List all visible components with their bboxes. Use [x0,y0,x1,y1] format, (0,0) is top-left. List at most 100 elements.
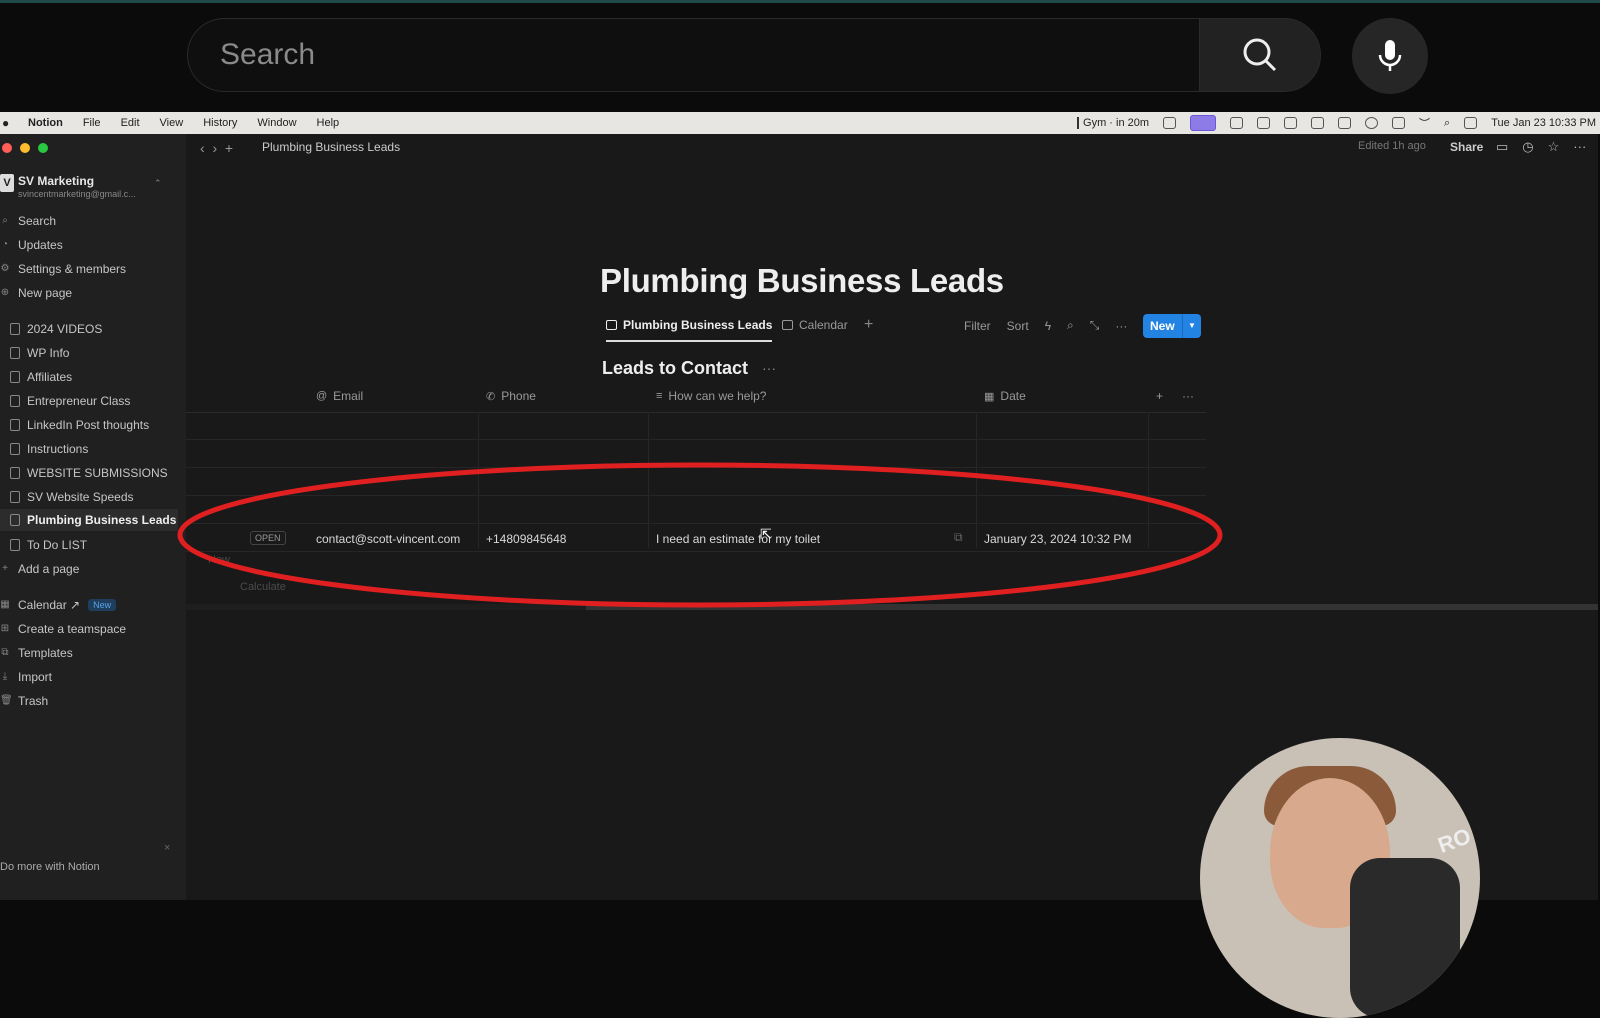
add-view-icon[interactable]: + [864,316,873,334]
sidebar-add-page[interactable]: + Add a page [0,562,79,576]
sidebar-page-sv-website-speeds[interactable]: SV Website Speeds [0,490,134,504]
comment-icon[interactable]: ▭ [1496,139,1508,155]
close-window-button[interactable] [2,143,12,153]
column-label: Phone [501,389,536,403]
filter-button[interactable]: Filter [964,319,991,333]
page-icon [10,491,20,503]
sidebar-item-import[interactable]: ⤓ Import [0,670,52,684]
sidebar-item-trash[interactable]: 🗑 Trash [0,694,48,708]
menu-file[interactable]: File [83,117,101,129]
sidebar-item-label: Instructions [27,442,89,456]
control-center-icon[interactable] [1464,117,1478,129]
menu-datetime[interactable]: Tue Jan 23 10:33 PM [1491,117,1596,129]
sidebar-page-instructions[interactable]: Instructions [0,442,88,456]
column-phone[interactable]: ✆ Phone [486,389,536,403]
youtube-search-input[interactable] [218,37,1122,73]
voice-search-button[interactable] [1352,18,1428,94]
history-icon[interactable]: ◷ [1522,139,1533,155]
sidebar-page-website-submissions[interactable]: WEBSITE SUBMISSIONS [0,466,168,480]
more-icon[interactable]: ··· [1115,319,1127,333]
trash-icon: 🗑 [0,695,13,706]
window-controls [2,143,48,153]
sidebar-item-label: To Do LIST [27,538,88,552]
more-icon[interactable]: ··· [762,360,776,376]
status-icon-2[interactable] [1257,117,1271,129]
wifi-icon[interactable]: ︶ [1419,115,1430,131]
page-icon [10,443,20,455]
sidebar-page-linkedin[interactable]: LinkedIn Post thoughts [0,418,149,432]
macos-menu-bar: ● Notion File Edit View History Window H… [0,112,1600,134]
sidebar-page-2024-videos[interactable]: 2024 VIDEOS [0,322,102,336]
menu-view[interactable]: View [160,117,184,129]
menu-edit[interactable]: Edit [121,117,140,129]
menu-window[interactable]: Window [257,117,296,129]
column-date[interactable]: ▦ Date [984,389,1026,403]
column-label: Email [333,389,364,403]
sidebar-item-label: Settings & members [18,262,127,276]
sidebar-item-label: WEBSITE SUBMISSIONS [27,466,168,480]
more-icon[interactable]: ··· [1182,389,1194,403]
podcast-microphone [1350,858,1460,1018]
spotlight-icon[interactable]: ⌕ [1444,117,1450,130]
minimize-window-button[interactable] [20,143,30,153]
menu-app-name[interactable]: Notion [28,117,63,129]
add-column-icon[interactable]: + [1156,389,1163,403]
tab-calendar-view[interactable]: Calendar [782,318,848,332]
sidebar-page-wp-info[interactable]: WP Info [0,346,69,360]
page-title[interactable]: Plumbing Business Leads [600,262,1004,300]
page-icon [10,419,20,431]
youtube-search-box[interactable] [187,18,1199,92]
share-button[interactable]: Share [1450,140,1483,154]
download-icon: ⤓ [2,671,8,682]
workspace-logo: V [0,174,14,192]
nav-back-forward-icons[interactable]: ‹ › + [200,140,233,156]
database-title[interactable]: Leads to Contact [602,358,748,379]
chevron-down-icon[interactable]: ▼ [1182,314,1201,338]
automation-icon[interactable]: ϟ [1045,319,1051,333]
status-icon-3[interactable] [1284,117,1298,129]
zoom-window-button[interactable] [38,143,48,153]
sort-button[interactable]: Sort [1007,319,1029,333]
highlight-annotation-oval [177,462,1223,608]
sidebar-item-updates[interactable]: ◔ Updates [0,238,63,252]
sidebar-item-create-teamspace[interactable]: ⊞ Create a teamspace [0,622,126,636]
sidebar-item-templates[interactable]: ⧉ Templates [0,646,72,660]
close-icon[interactable]: × [164,842,170,854]
breadcrumb[interactable]: Plumbing Business Leads [262,140,400,154]
play-icon[interactable] [1365,117,1379,129]
page-icon [10,539,20,551]
sidebar-item-calendar[interactable]: ▦ Calendar ↗ New [0,598,117,612]
more-icon[interactable]: ··· [1573,139,1586,155]
menu-help[interactable]: Help [317,117,340,129]
sidebar-item-new-page[interactable]: ⊕ New page [0,286,72,300]
apple-icon[interactable]: ● [2,116,16,130]
status-icon-selected[interactable] [1190,115,1217,131]
column-help[interactable]: ≡ How can we help? [656,389,766,403]
star-icon[interactable]: ☆ [1548,139,1560,155]
sidebar-item-label: Entrepreneur Class [27,394,131,408]
sidebar-page-affiliates[interactable]: Affiliates [0,370,72,384]
sidebar-item-label: Import [18,670,53,684]
youtube-search-button[interactable] [1199,18,1321,92]
sidebar-item-settings[interactable]: ⚙ Settings & members [0,262,127,276]
column-email[interactable]: @ Email [316,389,363,403]
table-row-empty[interactable] [186,412,1206,440]
calendar-status[interactable]: Gym · in 20m [1077,117,1149,129]
search-icon[interactable]: ⌕ [1067,318,1074,333]
status-icon-4[interactable] [1311,117,1325,129]
sidebar-page-entrepreneur-class[interactable]: Entrepreneur Class [0,394,130,408]
notion-status-icon[interactable] [1230,117,1244,129]
new-record-button[interactable]: New ▼ [1143,314,1201,338]
display-icon[interactable] [1392,117,1406,129]
expand-icon[interactable]: ⤡ [1090,318,1100,333]
sidebar-page-plumbing-business-leads[interactable]: Plumbing Business Leads [0,509,178,531]
sidebar-item-label: SV Website Speeds [27,490,134,504]
footer-label[interactable]: Do more with Notion [0,861,100,873]
clock-icon: ◔ [1,239,9,250]
status-icon-1[interactable] [1163,117,1177,129]
tab-table-view[interactable]: Plumbing Business Leads [606,318,773,342]
sidebar-page-to-do-list[interactable]: To Do LIST [0,538,87,552]
sidebar-item-search[interactable]: ⌕ Search [0,214,56,228]
menu-history[interactable]: History [203,117,237,129]
battery-icon[interactable] [1338,117,1352,129]
